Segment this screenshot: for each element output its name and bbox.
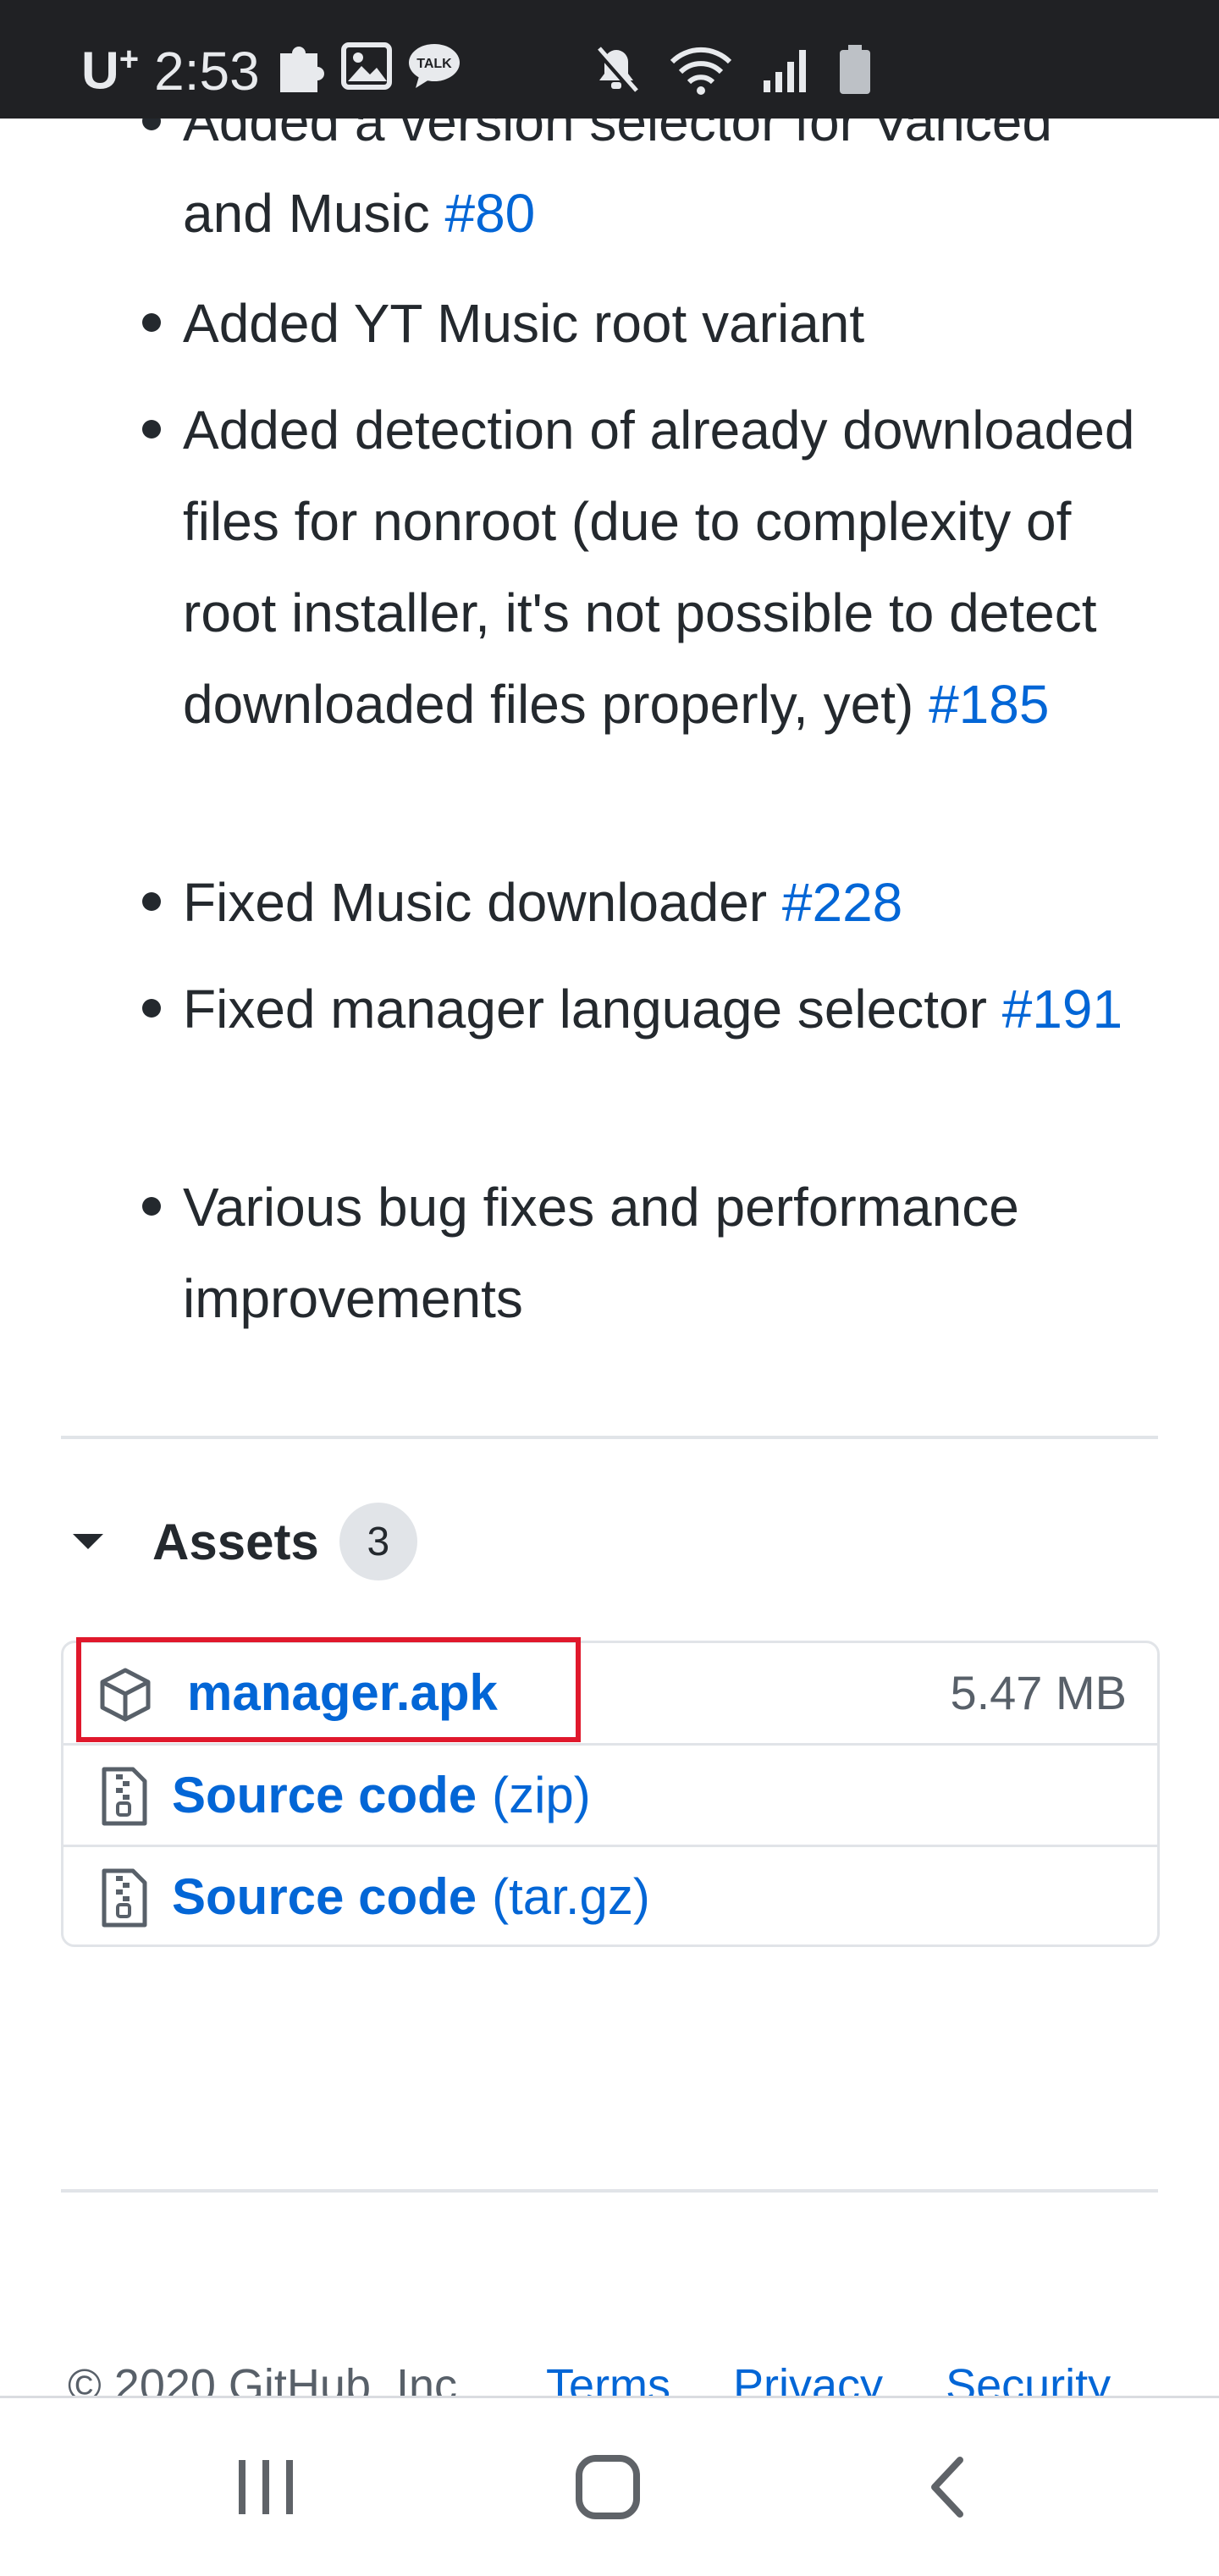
puzzle-icon <box>275 38 326 105</box>
asset-label: Source code (zip) <box>172 1766 591 1824</box>
list-item: Added YT Music root variant <box>142 278 1156 369</box>
note-text: Added YT Music root variant <box>183 293 865 354</box>
divider <box>61 2189 1158 2193</box>
caret-down-icon <box>73 1534 103 1549</box>
footer: © 2020 GitHub, Inc. Terms Privacy Securi… <box>68 2352 1173 2396</box>
issue-link-228[interactable]: #228 <box>782 872 902 933</box>
list-item: Fixed manager language selector #191 <box>142 963 1156 1055</box>
asset-row-source-targz[interactable]: Source code (tar.gz) <box>63 1845 1157 1944</box>
assets-count-badge: 3 <box>339 1503 417 1580</box>
file-zip-icon <box>101 1766 148 1827</box>
status-time: 2:53 <box>154 41 260 102</box>
back-icon[interactable] <box>899 2441 1001 2534</box>
asset-label: Source code (tar.gz) <box>172 1867 650 1926</box>
signal-icon <box>762 47 809 98</box>
issue-link-191[interactable]: #191 <box>1002 979 1122 1040</box>
footer-link-security[interactable]: Security <box>946 2359 1111 2396</box>
list-item: Fixed Music downloader #228 <box>142 857 1156 948</box>
asset-ext: (tar.gz) <box>492 1867 650 1925</box>
status-left: U+ 2:53 TALK <box>81 37 461 105</box>
issue-link-185[interactable]: #185 <box>929 674 1049 735</box>
asset-ext: (zip) <box>492 1766 591 1823</box>
svg-text:TALK: TALK <box>416 57 452 71</box>
status-bar: U+ 2:53 TALK <box>0 0 1219 119</box>
issue-link-80[interactable]: #80 <box>444 183 535 244</box>
footer-link-privacy[interactable]: Privacy <box>733 2359 883 2396</box>
asset-link-source-targz[interactable]: Source code <box>172 1867 477 1926</box>
carrier-label: U+ <box>81 41 140 101</box>
highlight-box <box>76 1637 581 1742</box>
note-text: Fixed manager language selector <box>183 979 987 1040</box>
battery-icon <box>838 44 872 100</box>
note-text: Fixed Music downloader <box>183 872 768 933</box>
note-text: Various bug fixes and performance improv… <box>183 1177 1019 1329</box>
navigation-bar <box>0 2396 1219 2576</box>
talk-icon: TALK <box>407 40 461 102</box>
file-zip-icon <box>101 1867 148 1928</box>
footer-link-terms[interactable]: Terms <box>546 2359 670 2396</box>
recent-apps-icon[interactable] <box>215 2441 317 2534</box>
asset-row-source-zip[interactable]: Source code (zip) <box>63 1743 1157 1844</box>
page-content: Added a version selector for Vanced and … <box>0 0 1219 2396</box>
asset-size: 5.47 MB <box>950 1665 1127 1719</box>
assets-toggle[interactable]: Assets 3 <box>73 1503 417 1580</box>
footer-copyright: © 2020 GitHub, Inc. <box>68 2360 471 2396</box>
divider <box>61 1436 1158 1439</box>
assets-title: Assets <box>152 1513 319 1570</box>
asset-link-source-zip[interactable]: Source code <box>172 1766 477 1824</box>
status-right <box>593 42 872 102</box>
list-item: Various bug fixes and performance improv… <box>142 1161 1156 1344</box>
home-icon[interactable] <box>557 2441 659 2534</box>
wifi-icon <box>669 45 733 100</box>
list-item: Added detection of already downloaded fi… <box>142 384 1156 750</box>
mute-icon <box>593 45 640 100</box>
image-icon <box>340 40 392 102</box>
